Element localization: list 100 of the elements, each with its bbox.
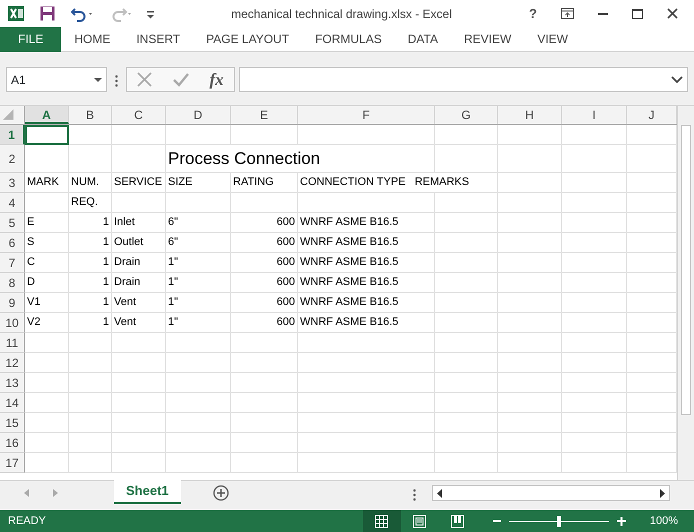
empty-cell[interactable]: [562, 173, 627, 193]
empty-cell[interactable]: [562, 273, 627, 293]
empty-cell[interactable]: [498, 393, 562, 413]
empty-cell[interactable]: [498, 145, 562, 173]
empty-cell[interactable]: [231, 453, 298, 473]
ribbon-tab[interactable]: FILE: [0, 26, 62, 52]
column-header[interactable]: F: [298, 106, 435, 124]
empty-cell[interactable]: [166, 193, 231, 213]
empty-cell[interactable]: [435, 253, 498, 273]
ribbon-tab[interactable]: HOME: [61, 26, 124, 52]
expand-chevron-icon[interactable]: [671, 76, 683, 83]
active-cell[interactable]: [25, 125, 69, 145]
vertical-scrollbar[interactable]: [677, 106, 694, 480]
add-sheet-icon[interactable]: [212, 485, 229, 501]
empty-cell[interactable]: [435, 273, 498, 293]
empty-cell[interactable]: [231, 433, 298, 453]
row-header[interactable]: 10: [0, 313, 25, 333]
empty-cell[interactable]: [435, 433, 498, 453]
ribbon-tab[interactable]: FORMULAS: [302, 26, 395, 52]
empty-cell[interactable]: [435, 233, 498, 253]
empty-cell[interactable]: [498, 373, 562, 393]
empty-cell[interactable]: [112, 453, 166, 473]
row-header[interactable]: 15: [0, 413, 25, 433]
empty-cell[interactable]: [298, 373, 435, 393]
empty-cell[interactable]: [562, 193, 627, 213]
empty-cell[interactable]: [498, 253, 562, 273]
empty-cell[interactable]: [231, 193, 298, 213]
empty-cell[interactable]: [498, 333, 562, 353]
empty-cell[interactable]: [562, 413, 627, 433]
empty-cell[interactable]: [112, 393, 166, 413]
ribbon-tab[interactable]: REVIEW: [450, 26, 524, 52]
scroll-left-icon[interactable]: [437, 488, 442, 498]
empty-cell[interactable]: [69, 373, 112, 393]
empty-cell[interactable]: [69, 433, 112, 453]
more-options-icon[interactable]: [413, 489, 416, 501]
empty-cell[interactable]: [435, 193, 498, 213]
empty-cell[interactable]: [498, 125, 562, 145]
empty-cell[interactable]: [298, 125, 435, 145]
row-header[interactable]: 16: [0, 433, 25, 453]
empty-cell[interactable]: [298, 413, 435, 433]
check-icon[interactable]: [172, 72, 189, 87]
horizontal-scrollbar[interactable]: [432, 485, 670, 501]
column-header[interactable]: E: [231, 106, 298, 124]
empty-cell[interactable]: [166, 453, 231, 473]
save-icon[interactable]: [40, 6, 55, 21]
empty-cell[interactable]: [166, 125, 231, 145]
row-header[interactable]: 17: [0, 453, 25, 473]
column-header[interactable]: H: [498, 106, 562, 124]
empty-cell[interactable]: [231, 333, 298, 353]
empty-cell[interactable]: [498, 233, 562, 253]
empty-cell[interactable]: [562, 145, 627, 173]
empty-cell[interactable]: [298, 353, 435, 373]
empty-cell[interactable]: [498, 413, 562, 433]
ribbon-tab[interactable]: VIEW: [524, 26, 581, 52]
empty-cell[interactable]: [498, 293, 562, 313]
sheet-tab[interactable]: Sheet1: [114, 480, 181, 504]
empty-cell[interactable]: [498, 213, 562, 233]
row-header[interactable]: 6: [0, 233, 25, 253]
row-header[interactable]: 11: [0, 333, 25, 353]
scroll-right-icon[interactable]: [660, 488, 665, 498]
ribbon-tab[interactable]: PAGE LAYOUT: [193, 26, 302, 52]
view-button[interactable]: [362, 510, 401, 532]
row-header[interactable]: 5: [0, 213, 25, 233]
empty-cell[interactable]: [498, 353, 562, 373]
slider-thumb[interactable]: [556, 516, 561, 526]
cancel-icon[interactable]: [137, 72, 152, 87]
empty-cell[interactable]: [498, 453, 562, 473]
empty-cell[interactable]: [112, 373, 166, 393]
empty-cell[interactable]: [562, 333, 627, 353]
row-header[interactable]: 8: [0, 273, 25, 293]
empty-cell[interactable]: [231, 125, 298, 145]
empty-cell[interactable]: [435, 333, 498, 353]
column-header[interactable]: B: [69, 106, 112, 124]
empty-cell[interactable]: [435, 145, 498, 173]
empty-cell[interactable]: [112, 333, 166, 353]
empty-cell[interactable]: [435, 213, 498, 233]
undo-icon[interactable]: [71, 6, 93, 22]
empty-cell[interactable]: [166, 413, 231, 433]
empty-cell[interactable]: [231, 353, 298, 373]
empty-cell[interactable]: [562, 213, 627, 233]
empty-cell[interactable]: [562, 393, 627, 413]
empty-cell[interactable]: [562, 125, 627, 145]
empty-cell[interactable]: [69, 333, 112, 353]
row-header[interactable]: 9: [0, 293, 25, 313]
empty-cell[interactable]: [112, 145, 166, 173]
empty-cell[interactable]: [562, 373, 627, 393]
row-header[interactable]: 3: [0, 173, 25, 193]
empty-cell[interactable]: [231, 373, 298, 393]
column-header[interactable]: A: [25, 106, 69, 124]
empty-cell[interactable]: [69, 453, 112, 473]
column-header[interactable]: I: [562, 106, 627, 124]
empty-cell[interactable]: [298, 193, 435, 213]
ribbon-tab[interactable]: DATA: [394, 26, 451, 52]
empty-cell[interactable]: [498, 433, 562, 453]
empty-cell[interactable]: [435, 453, 498, 473]
empty-cell[interactable]: [166, 433, 231, 453]
empty-cell[interactable]: [298, 393, 435, 413]
empty-cell[interactable]: [112, 413, 166, 433]
dropdown-caret-icon[interactable]: [94, 78, 102, 82]
empty-cell[interactable]: [298, 453, 435, 473]
